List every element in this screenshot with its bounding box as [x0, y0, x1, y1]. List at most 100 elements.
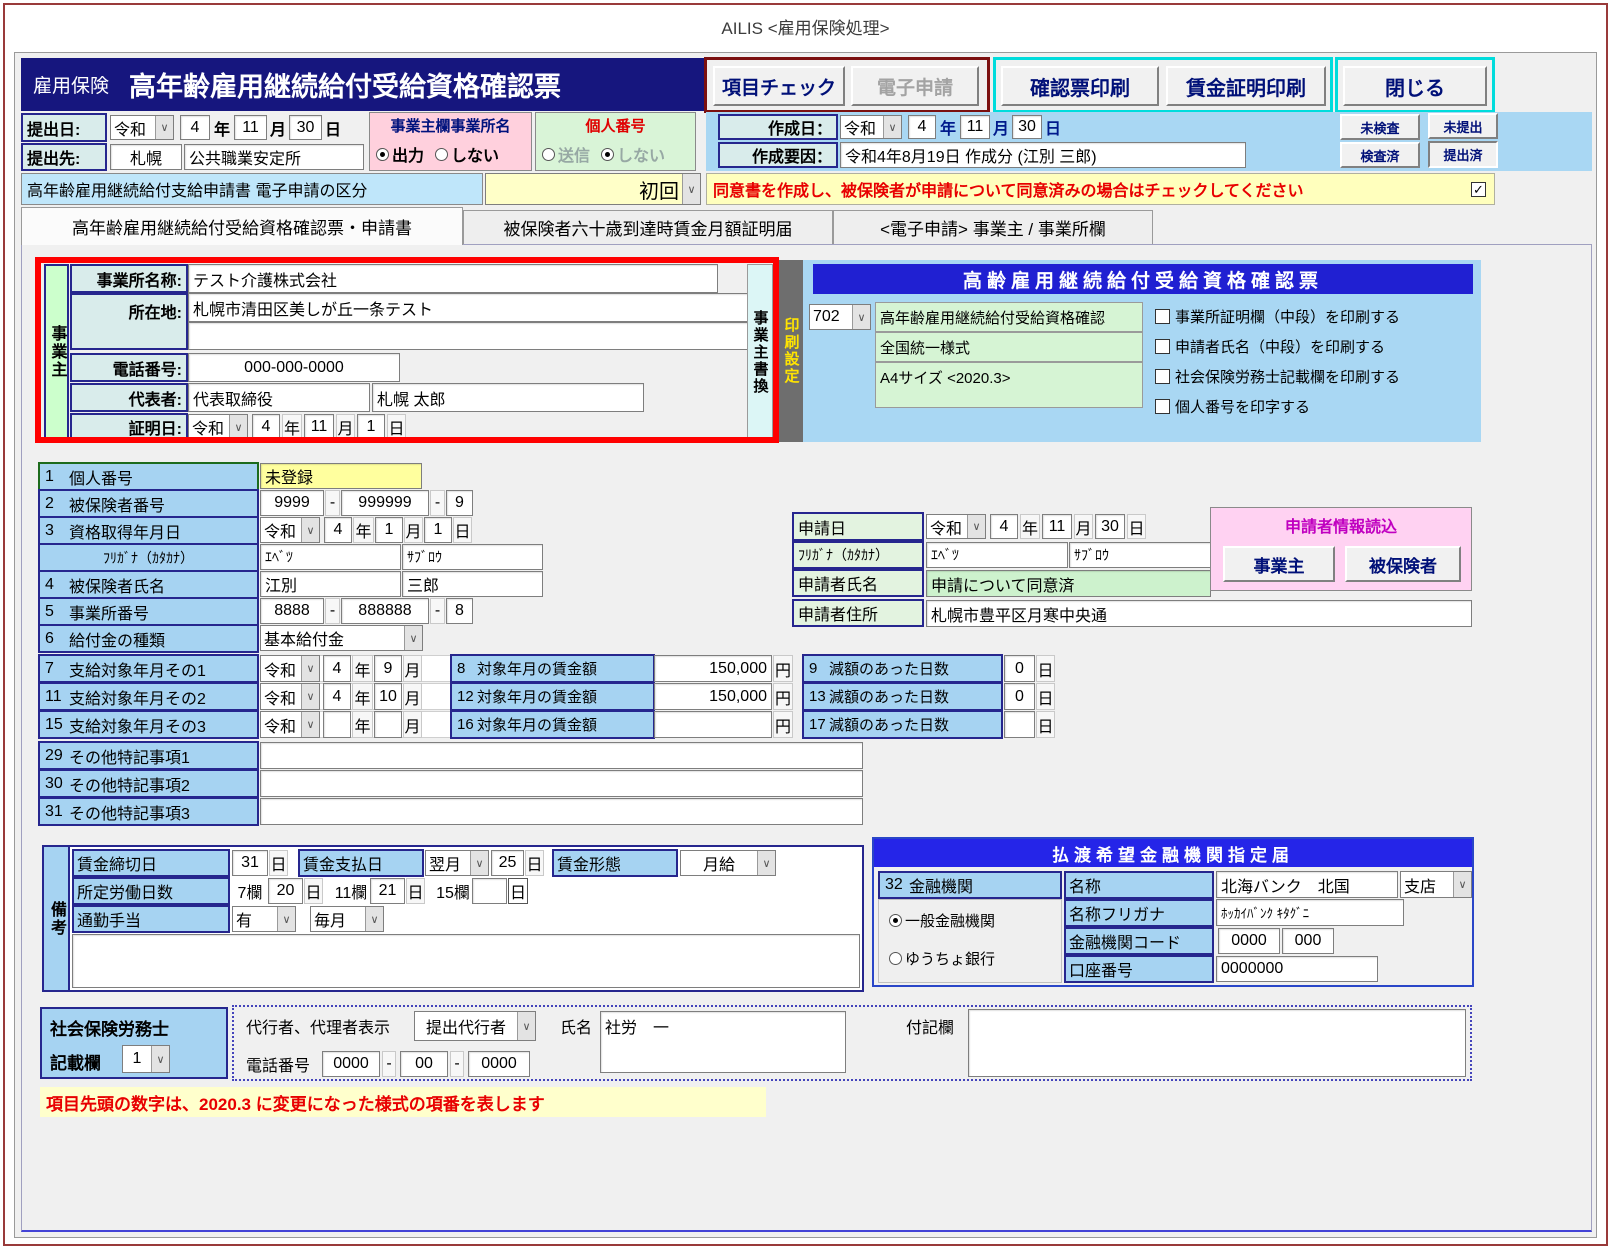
print-check-1-checkbox[interactable] [1155, 309, 1170, 324]
employer-rep-title-field[interactable]: 代表取締役 [188, 383, 370, 412]
apply-day-field[interactable]: 30 [1095, 514, 1125, 539]
bank-code2-field[interactable]: 000 [1282, 928, 1334, 954]
reduced-days1-field[interactable]: 0 [1004, 655, 1035, 682]
insured-number-p1-field[interactable]: 9999 [260, 490, 324, 516]
close-button[interactable]: 閉じる [1343, 66, 1487, 106]
bank-name-field[interactable]: 北海バンク 北国 [1216, 871, 1398, 898]
wage-type-select[interactable]: 月給∨ [680, 850, 776, 876]
apply-month-field[interactable]: 11 [1042, 514, 1072, 539]
agent-select[interactable]: 提出代行者∨ [414, 1011, 536, 1041]
employer-rewrite-tab[interactable]: 事業主書換 [747, 264, 773, 440]
create-month-field[interactable]: 11 [960, 115, 990, 139]
applicant-name-field[interactable]: 申請について同意済 [926, 570, 1211, 597]
reduced-days3-field[interactable] [1004, 711, 1035, 738]
employer-name-field[interactable]: テスト介護株式会社 [188, 264, 718, 293]
col11-field[interactable]: 21 [370, 878, 405, 904]
employer-cert-month-field[interactable]: 11 [304, 414, 334, 440]
acquire-year-field[interactable]: 4 [324, 517, 352, 543]
bank-general-radio[interactable] [889, 914, 902, 927]
sharoshi-tel3-field[interactable]: 0000 [468, 1051, 530, 1077]
submit-month-field[interactable]: 11 [234, 115, 267, 140]
print-confirm-button[interactable]: 確認票印刷 [1001, 66, 1159, 106]
submitted-button[interactable]: 提出済 [1428, 141, 1498, 168]
e-apply-button[interactable]: 電子申請 [851, 66, 979, 106]
apply-year-field[interactable]: 4 [990, 514, 1018, 539]
applicant-kana-mei-field[interactable]: ｻﾌﾞﾛｳ [1069, 542, 1211, 568]
commute-select[interactable]: 有∨ [232, 906, 296, 932]
wage3-field[interactable] [654, 711, 772, 738]
mynumber-none-radio[interactable] [601, 148, 614, 161]
commute-freq-select[interactable]: 毎月∨ [310, 906, 384, 932]
checked-button[interactable]: 検査済 [1340, 142, 1420, 168]
note3-field[interactable] [260, 798, 863, 825]
sharoshi-note-field[interactable] [968, 1009, 1466, 1077]
unsubmitted-button[interactable]: 未提出 [1428, 113, 1498, 139]
row1-value-field[interactable]: 未登録 [260, 463, 422, 489]
target1-month-field[interactable]: 9 [374, 655, 402, 682]
office-output-radio[interactable] [376, 148, 389, 161]
mynumber-send-radio[interactable] [542, 148, 555, 161]
insured-kana-mei-field[interactable]: ｻﾌﾞﾛｳ [402, 544, 543, 570]
bank-branch-select[interactable]: 支店∨ [1400, 871, 1472, 898]
wage2-field[interactable]: 150,000 [654, 683, 772, 710]
wage-close-day-field[interactable]: 31 [232, 850, 268, 876]
note2-field[interactable] [260, 770, 863, 797]
applicant-addr-field[interactable]: 札幌市豊平区月寒中央通 [926, 600, 1472, 627]
office-none-radio[interactable] [435, 148, 448, 161]
target1-era-select[interactable]: 令和∨ [260, 655, 320, 682]
create-day-field[interactable]: 30 [1012, 115, 1042, 139]
load-insured-button[interactable]: 被保険者 [1345, 546, 1461, 582]
insured-number-p2-field[interactable]: 999999 [341, 490, 429, 516]
submit-era-select[interactable]: 令和∨ [110, 115, 174, 140]
submit-day-field[interactable]: 30 [289, 115, 322, 140]
employer-cert-year-field[interactable]: 4 [252, 414, 280, 440]
tab-e-apply-employer[interactable]: <電子申請> 事業主 / 事業所欄 [833, 210, 1153, 245]
employer-cert-day-field[interactable]: 1 [357, 414, 385, 440]
bank-kana-field[interactable]: ﾎｯｶｲﾊﾞﾝｸ ｷﾀｸﾞﾆ [1216, 899, 1404, 926]
target2-month-field[interactable]: 10 [374, 683, 402, 710]
acquire-day-field[interactable]: 1 [424, 517, 452, 543]
insured-number-p3-field[interactable]: 9 [446, 490, 473, 516]
wage1-field[interactable]: 150,000 [654, 655, 772, 682]
consent-checkbox[interactable]: ✓ [1471, 182, 1486, 197]
target2-era-select[interactable]: 令和∨ [260, 683, 320, 710]
apply-era-select[interactable]: 令和∨ [926, 514, 986, 539]
target3-month-field[interactable] [374, 711, 402, 738]
insured-sei-field[interactable]: 江別 [260, 571, 401, 597]
print-check-2-checkbox[interactable] [1155, 339, 1170, 354]
eapply-class-select[interactable]: 初回∨ [485, 173, 701, 205]
biko-note-field[interactable] [72, 934, 860, 988]
print-check-3-checkbox[interactable] [1155, 369, 1170, 384]
note1-field[interactable] [260, 742, 863, 769]
sharoshi-name-field[interactable]: 社労 一 [600, 1011, 846, 1073]
acquire-month-field[interactable]: 1 [375, 517, 403, 543]
unchecked-button[interactable]: 未検査 [1340, 114, 1420, 140]
tab-confirmation-form[interactable]: 高年齢雇用継続給付受給資格確認票・申請書 [21, 207, 463, 245]
submit-dest-city-field[interactable]: 札幌 [110, 144, 182, 170]
sharoshi-count-select[interactable]: 1∨ [122, 1045, 170, 1073]
create-year-field[interactable]: 4 [908, 115, 936, 139]
print-check-4-checkbox[interactable] [1155, 399, 1170, 414]
acquire-era-select[interactable]: 令和∨ [260, 517, 320, 543]
col7-field[interactable]: 20 [268, 878, 303, 904]
tab-wage-certificate[interactable]: 被保険者六十歳到達時賃金月額証明届 [463, 210, 833, 245]
employer-addr1-field[interactable]: 札幌市清田区美しが丘一条テスト [188, 293, 748, 322]
office-number-p2-field[interactable]: 888888 [341, 598, 429, 624]
sharoshi-tel2-field[interactable]: 00 [400, 1051, 448, 1077]
reduced-days2-field[interactable]: 0 [1004, 683, 1035, 710]
target3-year-field[interactable] [323, 711, 351, 738]
applicant-kana-sei-field[interactable]: ｴﾍﾞﾂ [926, 542, 1068, 568]
employer-rep-name-field[interactable]: 札幌 太郎 [372, 383, 644, 412]
employer-addr2-field[interactable] [188, 322, 748, 350]
item-check-button[interactable]: 項目チェック [713, 66, 845, 106]
benefit-type-select[interactable]: 基本給付金∨ [260, 625, 423, 651]
bank-yucho-radio[interactable] [889, 952, 902, 965]
target3-era-select[interactable]: 令和∨ [260, 711, 320, 738]
sharoshi-tel1-field[interactable]: 0000 [322, 1051, 380, 1077]
load-employer-button[interactable]: 事業主 [1223, 546, 1335, 582]
employer-tel-field[interactable]: 000-000-0000 [188, 353, 400, 382]
office-number-p3-field[interactable]: 8 [446, 598, 473, 624]
pay-day-field[interactable]: 25 [491, 850, 524, 876]
employer-cert-era-select[interactable]: 令和∨ [188, 414, 248, 440]
bank-account-field[interactable]: 0000000 [1216, 956, 1378, 982]
